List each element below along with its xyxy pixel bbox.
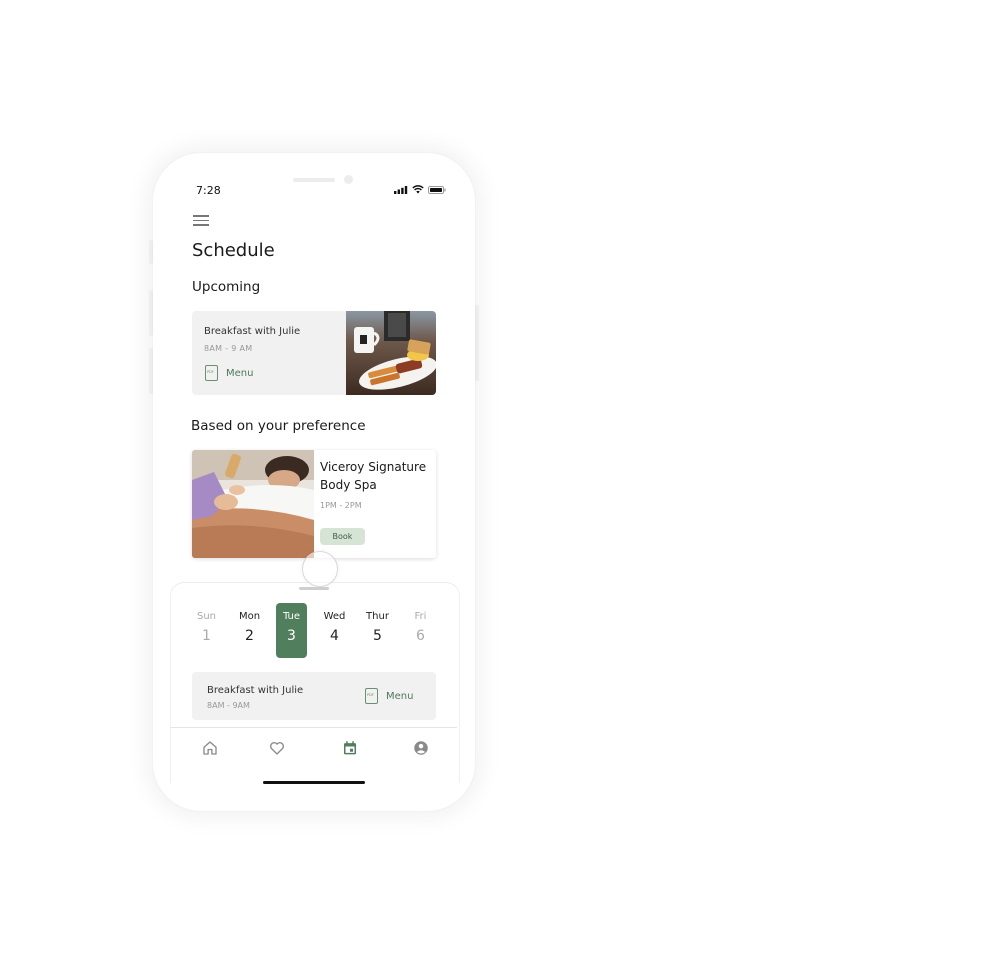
page-title: Schedule [192, 240, 275, 261]
speaker-grille [293, 178, 335, 182]
event-title: Breakfast with Julie [207, 685, 304, 696]
spa-title: Viceroy Signature Body Spa [320, 460, 427, 492]
touch-indicator [302, 551, 338, 587]
battery-icon [428, 185, 446, 194]
status-icons [394, 185, 446, 194]
pdf-icon: PDF [365, 688, 378, 704]
day-name: Wed [323, 611, 346, 622]
day-date: 5 [373, 628, 382, 644]
day-thur[interactable]: Thur 5 [362, 603, 393, 658]
day-wed[interactable]: Wed 4 [319, 603, 350, 658]
spa-recommendation-card[interactable]: Viceroy Signature Body Spa 1PM - 2PM Boo… [192, 450, 436, 558]
pdf-icon: PDF [205, 365, 218, 381]
wifi-icon [412, 185, 424, 194]
day-date: 2 [245, 628, 254, 644]
day-name: Mon [238, 611, 261, 622]
day-name: Tue [282, 611, 301, 622]
day-date: 6 [416, 628, 425, 644]
preference-heading: Based on your preference [191, 418, 366, 434]
upcoming-event-card[interactable]: Breakfast with Julie 8AM - 9 AM PDF Menu [192, 311, 436, 395]
status-time: 7:28 [196, 184, 221, 197]
event-time: 8AM - 9AM [207, 701, 250, 710]
menu-link[interactable]: PDF Menu [365, 688, 413, 704]
menu-hamburger-icon[interactable] [193, 215, 209, 227]
upcoming-heading: Upcoming [192, 279, 261, 295]
day-tue-selected[interactable]: Tue 3 [276, 603, 307, 658]
day-fri[interactable]: Fri 6 [405, 603, 436, 658]
menu-link-label: Menu [386, 690, 414, 702]
home-icon[interactable] [201, 739, 219, 757]
sheet-drag-handle[interactable] [299, 587, 329, 590]
menu-link[interactable]: PDF Menu [205, 365, 253, 381]
heart-icon[interactable] [268, 739, 286, 757]
day-name: Thur [366, 611, 389, 622]
day-name: Sun [196, 611, 217, 622]
day-mon[interactable]: Mon 2 [234, 603, 265, 658]
day-date: 4 [330, 628, 339, 644]
day-sun[interactable]: Sun 1 [191, 603, 222, 658]
bottom-nav-divider [170, 727, 457, 728]
phone-frame: 7:28 Schedule Upcoming Breakfast with Ju… [153, 153, 475, 811]
spa-time: 1PM - 2PM [320, 501, 362, 510]
power-button [475, 305, 479, 381]
spa-massage-photo [192, 450, 314, 558]
day-date: 1 [202, 628, 211, 644]
home-indicator[interactable] [263, 781, 365, 784]
front-camera [344, 175, 353, 184]
day-date: 3 [287, 628, 296, 644]
event-time: 8AM - 9 AM [204, 344, 253, 353]
day-name: Fri [414, 611, 427, 622]
event-title: Breakfast with Julie [204, 326, 301, 337]
account-icon[interactable] [412, 739, 430, 757]
breakfast-photo [346, 311, 436, 395]
day-event-card[interactable]: Breakfast with Julie 8AM - 9AM PDF Menu [192, 672, 436, 720]
signal-icon [394, 185, 408, 194]
book-button[interactable]: Book [320, 528, 365, 545]
menu-link-label: Menu [226, 367, 254, 379]
calendar-icon[interactable] [341, 739, 359, 757]
